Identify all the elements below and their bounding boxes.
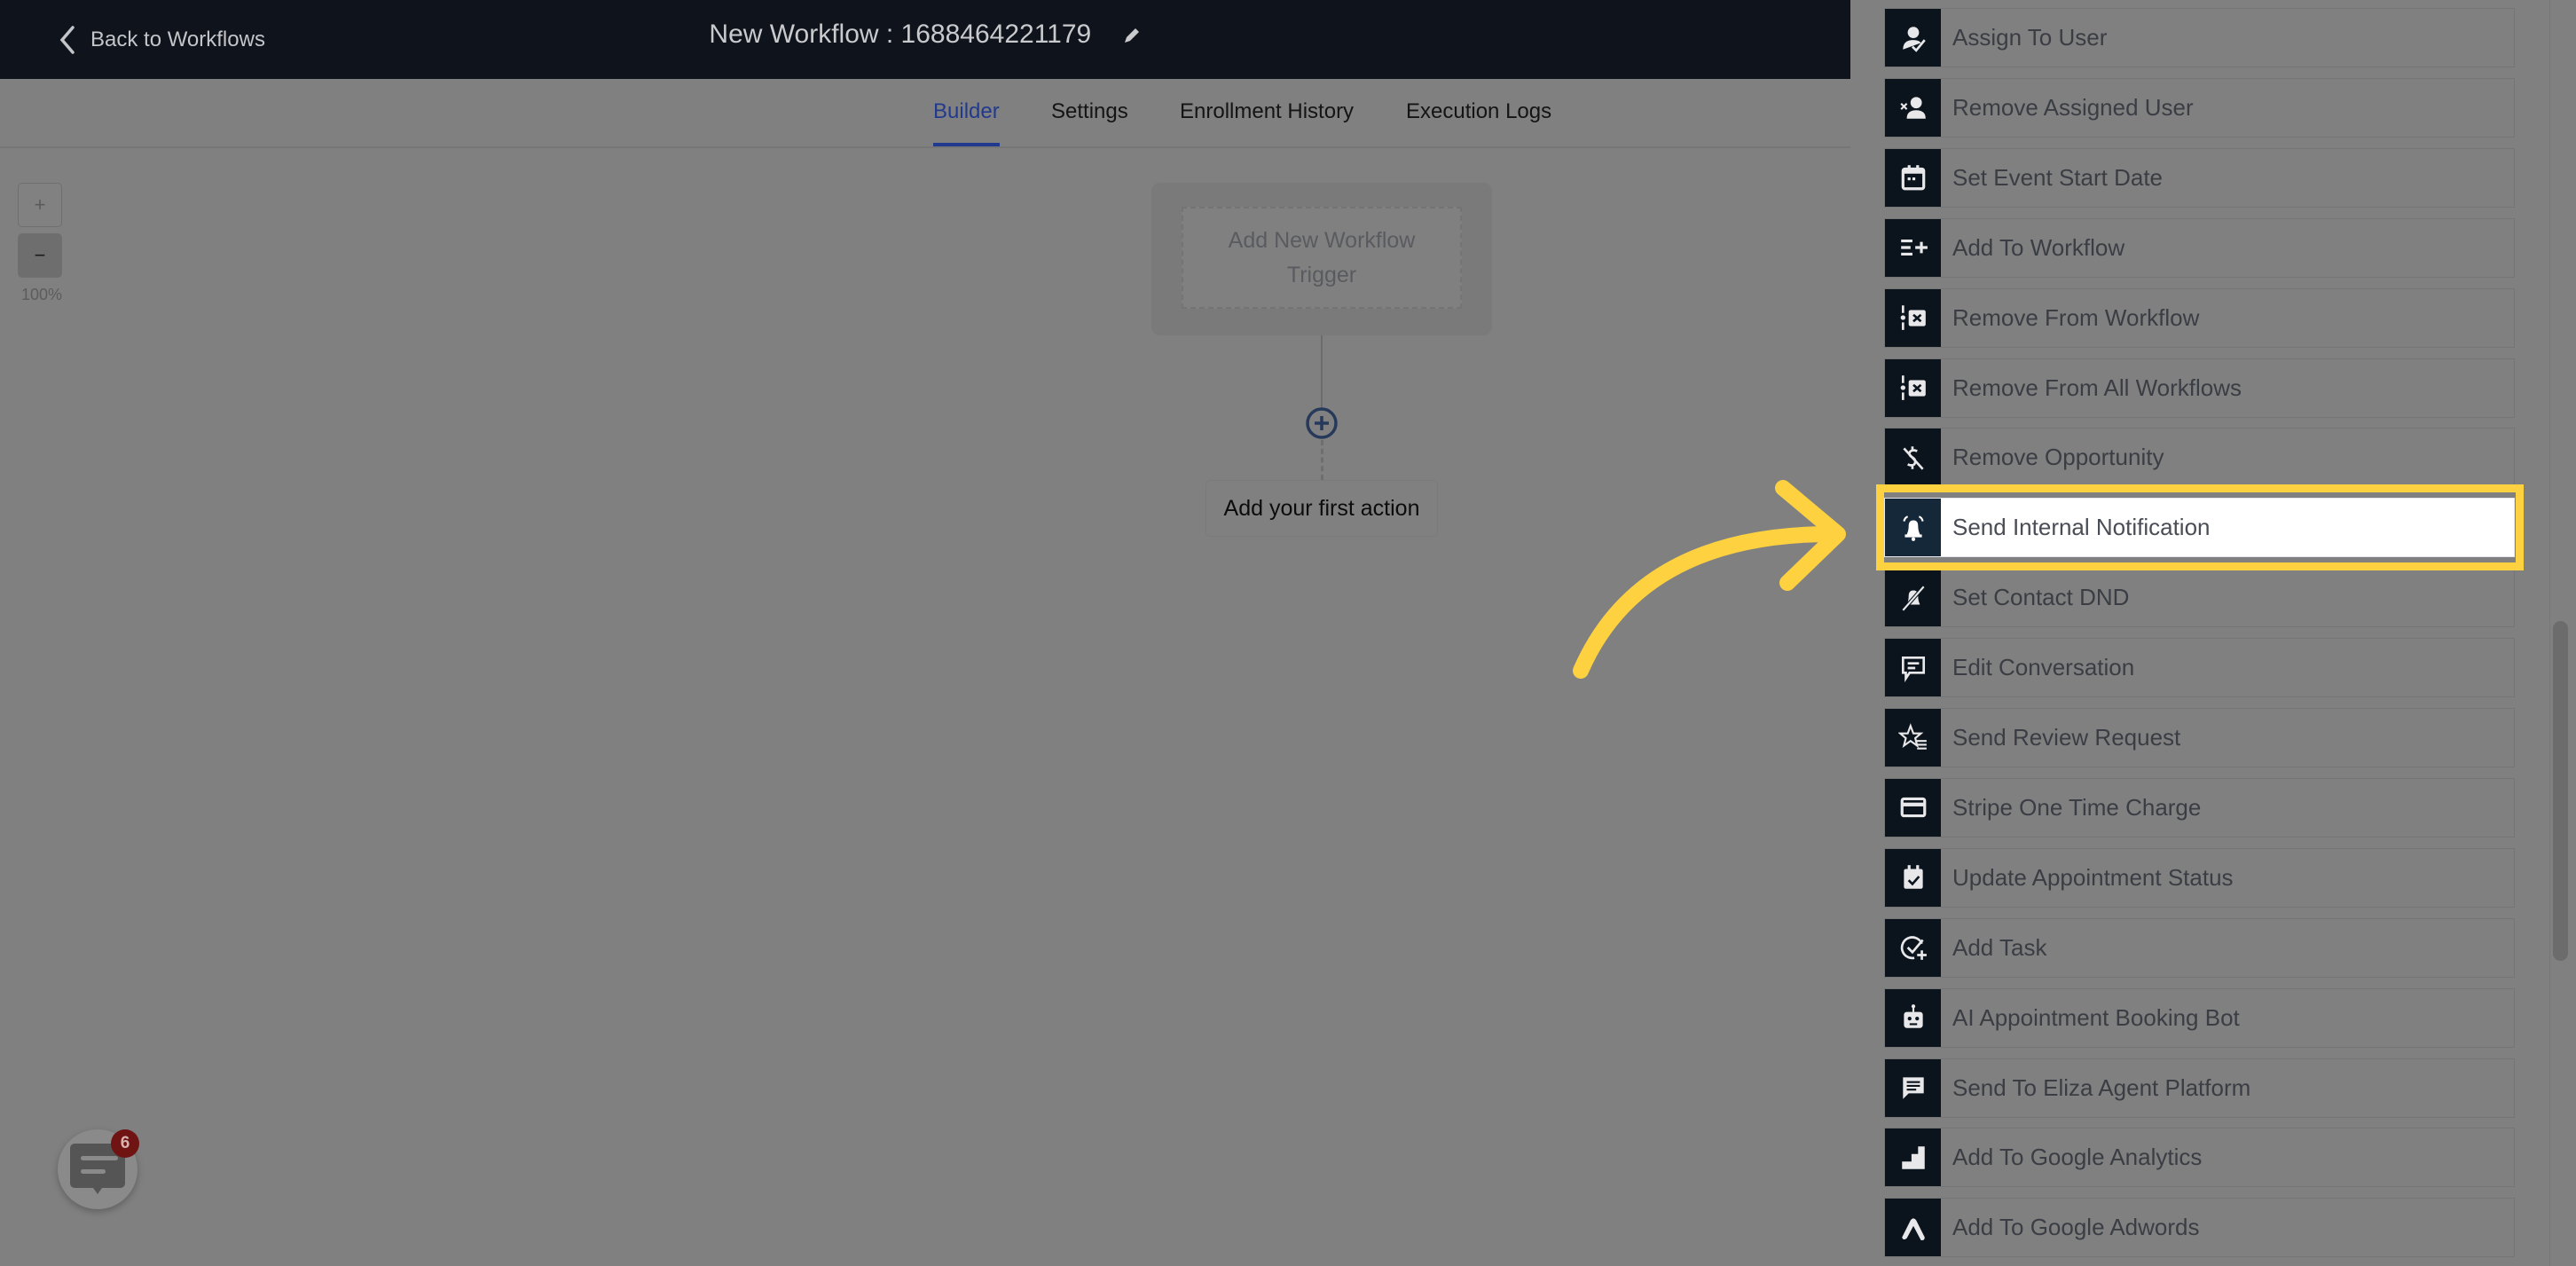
chat-filled-icon — [1885, 1058, 1941, 1117]
action-label: Add To Workflow — [1952, 233, 2125, 261]
action-item-update-appointment-status[interactable]: Update Appointment Status — [1884, 847, 2515, 908]
action-label: AI Appointment Booking Bot — [1952, 1003, 2240, 1031]
zoom-out-button[interactable]: − — [18, 233, 62, 278]
action-label: Send Internal Notification — [1952, 514, 2211, 541]
action-label: Update Appointment Status — [1952, 863, 2234, 891]
add-first-action-button[interactable]: Add your first action — [1206, 480, 1438, 537]
calendar-check-icon — [1885, 848, 1941, 907]
action-label: Add Task — [1952, 933, 2047, 961]
dollar-off-icon — [1885, 429, 1941, 487]
tab-settings[interactable]: Settings — [1051, 99, 1128, 146]
user-remove-icon — [1885, 78, 1941, 137]
tab-builder[interactable]: Builder — [933, 99, 1000, 146]
action-item-assign-to-user[interactable]: Assign To User — [1884, 8, 2515, 67]
pencil-icon[interactable] — [1122, 26, 1142, 45]
credit-card-icon — [1885, 778, 1941, 837]
message-icon — [1885, 639, 1941, 697]
tab-enrollment-history[interactable]: Enrollment History — [1180, 99, 1354, 146]
action-label: Set Event Start Date — [1952, 163, 2164, 191]
add-trigger-button[interactable]: Add New Workflow Trigger — [1182, 207, 1462, 309]
notification-badge: 6 — [111, 1129, 139, 1158]
action-label: Edit Conversation — [1952, 654, 2135, 681]
action-label: Set Contact DND — [1952, 584, 2130, 611]
action-item-send-internal-notification[interactable]: Send Internal Notification — [1884, 498, 2515, 558]
action-label: Remove Assigned User — [1952, 93, 2194, 121]
action-label: Remove From Workflow — [1952, 303, 2200, 331]
action-item-stripe-one-time-charge[interactable]: Stripe One Time Charge — [1884, 777, 2515, 837]
action-label: Add To Google Adwords — [1952, 1214, 2200, 1241]
connector-line — [1321, 335, 1323, 408]
action-label: Send To Eliza Agent Platform — [1952, 1073, 2251, 1101]
action-label: Assign To User — [1952, 24, 2108, 51]
action-item-set-contact-dnd[interactable]: Set Contact DND — [1884, 568, 2515, 628]
action-item-add-to-google-analytics[interactable]: Add To Google Analytics — [1884, 1128, 2515, 1188]
action-item-remove-from-workflow[interactable]: Remove From Workflow — [1884, 287, 2515, 348]
action-label: Remove Opportunity — [1952, 444, 2164, 471]
action-label: Remove From All Workflows — [1952, 374, 2242, 401]
action-label: Send Review Request — [1952, 724, 2181, 751]
workflow-remove-icon — [1885, 288, 1941, 347]
bell-ring-icon — [1885, 499, 1941, 557]
trigger-card: Add New Workflow Trigger — [1151, 183, 1492, 335]
workflow-title-text: New Workflow : 1688464221179 — [709, 20, 1092, 49]
zoom-in-button[interactable]: + — [18, 183, 62, 227]
robot-icon — [1885, 988, 1941, 1047]
action-item-ai-appointment-booking-bot[interactable]: AI Appointment Booking Bot — [1884, 987, 2515, 1048]
calendar-icon — [1885, 148, 1941, 207]
action-label: Add To Google Analytics — [1952, 1144, 2203, 1171]
action-item-add-to-google-adwords[interactable]: Add To Google Adwords — [1884, 1198, 2515, 1258]
scrollbar-thumb[interactable] — [2553, 621, 2568, 961]
star-list-icon — [1885, 709, 1941, 767]
action-label: Stripe One Time Charge — [1952, 793, 2202, 821]
workflow-title: New Workflow : 1688464221179 — [0, 20, 1850, 50]
action-item-add-task[interactable]: Add Task — [1884, 917, 2515, 978]
action-item-add-to-workflow[interactable]: Add To Workflow — [1884, 217, 2515, 278]
user-check-icon — [1885, 9, 1941, 67]
action-item-send-review-request[interactable]: Send Review Request — [1884, 708, 2515, 767]
analytics-icon — [1885, 1128, 1941, 1187]
add-action-plus-icon[interactable] — [1305, 406, 1339, 440]
action-item-send-to-eliza-agent-platform[interactable]: Send To Eliza Agent Platform — [1884, 1058, 2515, 1118]
actions-panel: Assign To User Remove Assigned User Set Ev… — [1850, 0, 2576, 1266]
action-item-remove-from-all-workflows[interactable]: Remove From All Workflows — [1884, 358, 2515, 418]
zoom-level: 100% — [21, 286, 63, 303]
trigger-label: Add New Workflow Trigger — [1228, 227, 1416, 287]
first-action-label: Add your first action — [1223, 495, 1420, 521]
top-bar: Back to Workflows New Workflow : 1688464… — [0, 0, 1850, 79]
tab-bar: Builder Settings Enrollment History Exec… — [0, 80, 1850, 148]
list-plus-icon — [1885, 218, 1941, 277]
action-item-set-event-start-date[interactable]: Set Event Start Date — [1884, 147, 2515, 208]
adwords-icon — [1885, 1199, 1941, 1257]
action-item-edit-conversation[interactable]: Edit Conversation — [1884, 638, 2515, 698]
workflow-remove-icon — [1885, 358, 1941, 417]
dashed-connector — [1321, 440, 1323, 480]
bell-off-icon — [1885, 569, 1941, 627]
action-item-remove-opportunity[interactable]: Remove Opportunity — [1884, 428, 2515, 488]
action-item-remove-assigned-user[interactable]: Remove Assigned User — [1884, 77, 2515, 138]
check-circle-plus-icon — [1885, 918, 1941, 977]
tab-execution-logs[interactable]: Execution Logs — [1406, 99, 1551, 146]
